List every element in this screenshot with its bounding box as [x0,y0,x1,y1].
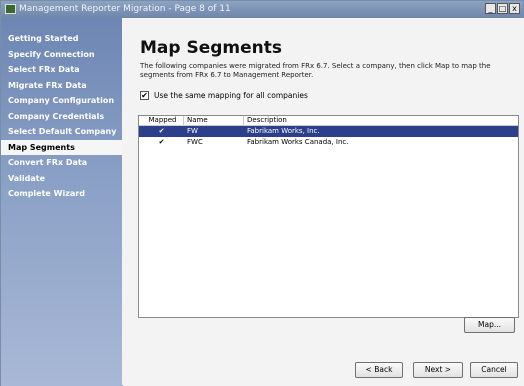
column-header-mapped[interactable]: Mapped [139,116,184,125]
sidebar-item-company-credentials[interactable]: Company Credentials [1,109,122,125]
mapped-cell: ✔ [158,138,165,146]
description-cell: Fabrikam Works, Inc. [247,127,320,135]
sidebar-item-migrate-frx-data[interactable]: Migrate FRx Data [1,78,122,94]
minimize-button[interactable]: _ [485,3,496,14]
sidebar-item-specify-connection[interactable]: Specify Connection [1,47,122,63]
table-row[interactable]: ✔ FWC Fabrikam Works Canada, Inc. [139,137,518,148]
description-cell: Fabrikam Works Canada, Inc. [247,138,349,146]
column-header-description[interactable]: Description [244,116,518,125]
page-title: Map Segments [140,38,283,58]
same-mapping-label: Use the same mapping for all companies [154,91,308,100]
back-button[interactable]: < Back [355,362,403,378]
main-panel: Map Segments The following companies wer… [123,18,524,386]
app-icon [5,4,16,14]
sidebar-item-getting-started[interactable]: Getting Started [1,31,122,47]
column-header-name[interactable]: Name [184,116,244,125]
cancel-button[interactable]: Cancel [470,362,518,378]
companies-grid: Mapped Name Description ✔ FW Fabrikam Work… [138,115,519,318]
sidebar-item-validate[interactable]: Validate [1,171,122,187]
mapped-cell: ✔ [158,127,165,135]
wizard-window: Management Reporter Migration - Page 8 o… [0,0,524,386]
window-title: Management Reporter Migration - Page 8 o… [19,4,231,14]
sidebar-item-map-segments[interactable]: Map Segments [1,139,122,155]
map-button[interactable]: Map... [464,317,515,333]
sidebar-item-convert-frx-data[interactable]: Convert FRx Data [1,155,122,171]
close-button[interactable]: x [509,3,520,14]
same-mapping-checkbox[interactable]: ✔ [140,91,149,100]
title-bar[interactable]: Management Reporter Migration - Page 8 o… [1,1,523,18]
same-mapping-option[interactable]: ✔ Use the same mapping for all companies [140,91,308,100]
wizard-steps-sidebar: Getting Started Specify Connection Select … [1,18,122,386]
sidebar-item-complete-wizard[interactable]: Complete Wizard [1,186,122,202]
maximize-button[interactable]: □ [497,3,508,14]
name-cell: FW [187,127,198,135]
grid-header: Mapped Name Description [139,116,518,126]
next-button[interactable]: Next > [413,362,463,378]
table-row[interactable]: ✔ FW Fabrikam Works, Inc. [139,126,518,137]
name-cell: FWC [187,138,203,146]
sidebar-item-select-default-company[interactable]: Select Default Company [1,124,122,140]
sidebar-item-select-frx-data[interactable]: Select FRx Data [1,62,122,78]
sidebar-item-company-configuration[interactable]: Company Configuration [1,93,122,109]
page-description: The following companies were migrated fr… [140,62,491,79]
